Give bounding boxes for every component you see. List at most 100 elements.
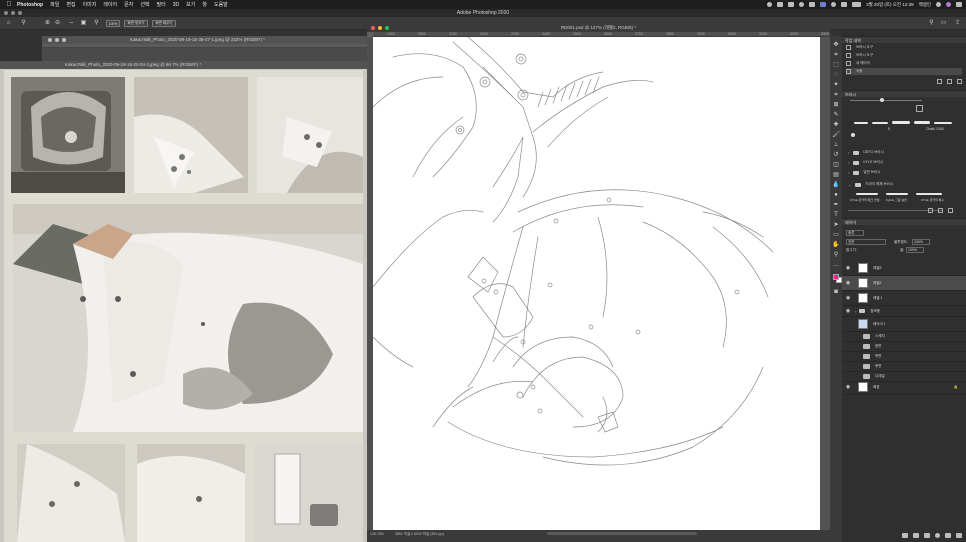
blur-tool-icon[interactable]: 💧 [832, 181, 840, 189]
history-item[interactable]: 브러시 도구 [846, 52, 962, 59]
document-title-bar[interactable]: KakaoTalk_Photo_2020-09-19-15-22-04-2.jp… [0, 61, 367, 69]
menu-item-filter[interactable]: 필터 [157, 1, 166, 8]
history-item[interactable]: 브러시 도구 [846, 44, 962, 51]
eye-icon[interactable]: ◉ [845, 384, 851, 390]
trash-icon[interactable] [948, 208, 953, 213]
zoom-in-icon[interactable]: ⊕ [44, 20, 51, 27]
eye-icon[interactable]: ◉ [845, 280, 851, 286]
control-center-icon[interactable] [956, 2, 962, 7]
zoom-readout[interactable]: 126.78% [370, 532, 384, 536]
volume-icon[interactable] [841, 2, 848, 7]
layer-filter-select[interactable]: 종류 [846, 230, 864, 236]
blend-mode-select[interactable]: 표준 [846, 239, 886, 245]
new-brush-icon[interactable] [938, 208, 943, 213]
zoom-out-icon[interactable]: ⊖ [54, 20, 61, 27]
menu-item-edit[interactable]: 편집 [66, 1, 75, 8]
zoom-dot[interactable] [62, 38, 66, 42]
hand-tool-icon[interactable]: ✋ [832, 241, 840, 249]
brush-folder[interactable]: ⌄ 드라이 매체 브러시 [844, 180, 962, 189]
fill-screen-button[interactable]: 화면 채우기 [152, 20, 176, 27]
time-machine-icon[interactable] [799, 2, 805, 7]
brush-preset[interactable] [934, 122, 952, 124]
folder-icon[interactable] [928, 208, 933, 213]
brushes-panel-header[interactable]: 브러시 [842, 90, 966, 97]
search-icon[interactable] [936, 2, 941, 7]
display-icon[interactable] [777, 2, 784, 7]
battery-icon[interactable] [852, 2, 862, 7]
history-panel-header[interactable]: 작업 내역 [842, 36, 966, 43]
eye-icon[interactable]: ◉ [845, 308, 851, 314]
search-icon[interactable]: ⚲ [928, 20, 935, 27]
wifi-icon[interactable] [831, 2, 837, 7]
zoom-tool-icon[interactable]: ⚲ [832, 251, 840, 259]
layers-panel-header[interactable]: 레이어 [842, 218, 966, 225]
healing-tool-icon[interactable]: ✚ [832, 121, 840, 129]
menu-item-window[interactable]: 창 [202, 1, 207, 8]
share-icon[interactable]: ⇪ [954, 20, 961, 27]
history-item[interactable]: 이동 [846, 68, 962, 75]
new-layer-icon[interactable] [956, 533, 962, 538]
foreground-color-swatch[interactable] [833, 274, 839, 280]
layer-row[interactable]: ◉ 배경 🔒 [842, 380, 966, 395]
folder-icon[interactable] [945, 533, 951, 538]
trash-icon[interactable] [957, 79, 962, 84]
fit-screen-button[interactable]: 화면 맞추기 [124, 20, 148, 27]
marquee-tool-icon[interactable]: ⬚ [832, 61, 840, 69]
brushes-tab[interactable]: 브러시 [845, 92, 856, 98]
close-dot[interactable] [48, 38, 52, 42]
brush-preset[interactable] [916, 193, 942, 195]
history-brush-tool-icon[interactable]: ↺ [832, 151, 840, 159]
crop-tool-icon[interactable]: ⌗ [832, 91, 840, 99]
menu-user[interactable]: 백랭인 [919, 2, 931, 8]
move-tool-icon[interactable]: ✥ [832, 41, 840, 49]
menu-item-image[interactable]: 이미지 [83, 1, 97, 8]
scrubby-zoom-icon[interactable]: ⚲ [93, 20, 100, 27]
zoom-100-button[interactable]: 100% [106, 20, 120, 27]
layer-row[interactable]: ◉ 레벨3 [842, 261, 966, 276]
menu-item-help[interactable]: 도움말 [214, 1, 228, 8]
menu-clock[interactable]: 3월 20일 (토) 오전 12:39 [866, 2, 913, 8]
new-brush-icon[interactable] [916, 105, 923, 112]
type-tool-icon[interactable]: T [832, 211, 840, 219]
layer-row[interactable]: ◉ 레벨 1 [842, 291, 966, 306]
brush-size-slider[interactable] [850, 100, 922, 101]
layer-group-row[interactable]: 측면 [842, 352, 966, 362]
layer-group-row[interactable]: ◉ › 참조용 [842, 306, 966, 317]
layer-row[interactable]: ◉ 레벨2 [842, 276, 966, 291]
new-document-icon[interactable] [937, 79, 942, 84]
eye-icon[interactable]: ◉ [845, 265, 851, 271]
brush-preset[interactable] [854, 122, 868, 124]
brush-preset[interactable] [872, 122, 888, 124]
opacity-field[interactable]: 100% [912, 239, 930, 245]
menu-app-name[interactable]: Photoshop [17, 2, 43, 8]
menu-item-type[interactable]: 문자 [124, 1, 133, 8]
pen-tool-icon[interactable]: ✒ [832, 201, 840, 209]
layer-group-row[interactable]: 후면 [842, 362, 966, 372]
brush-preset[interactable] [914, 121, 930, 124]
menu-item-layer[interactable]: 레이어 [103, 1, 117, 8]
menu-item-file[interactable]: 파일 [50, 1, 59, 8]
artboard-tool-icon[interactable]: ⌗ [832, 51, 840, 59]
document-window-main[interactable]: RD001.psd @ 127% (레벨2, RGB/8) * 1900 200… [367, 25, 830, 542]
history-item[interactable]: 새 레이어 [846, 60, 962, 67]
document-info[interactable]: 3851 픽셀 x 5000 픽셀 (300 ppi) [395, 532, 444, 537]
camera-icon[interactable] [947, 79, 952, 84]
fill-field[interactable]: 100% [906, 247, 924, 253]
layer-group-row[interactable]: 정면 [842, 342, 966, 352]
horizontal-scrollbar[interactable] [547, 532, 697, 535]
mask-icon[interactable] [924, 533, 930, 538]
document-window-back[interactable]: KakaoTalk_Photo_2020-09-19-15-35-47-1.jp… [42, 36, 367, 61]
vertical-scrollbar[interactable] [820, 37, 830, 530]
resize-windows-icon[interactable]: ⇔ [68, 20, 75, 27]
shape-tool-icon[interactable]: ▭ [832, 231, 840, 239]
frame-tool-icon[interactable]: ⊠ [832, 101, 840, 109]
brush-preset[interactable] [886, 193, 908, 195]
magic-wand-tool-icon[interactable]: ✦ [832, 81, 840, 89]
fx-icon[interactable] [913, 533, 919, 538]
lasso-tool-icon[interactable]: ◌ [832, 71, 840, 79]
sync-icon[interactable] [788, 2, 795, 7]
brush-preset[interactable] [892, 121, 910, 124]
layers-tab[interactable]: 레이어 [845, 220, 856, 226]
path-select-tool-icon[interactable]: ➤ [832, 221, 840, 229]
brush-preset[interactable] [856, 193, 878, 195]
